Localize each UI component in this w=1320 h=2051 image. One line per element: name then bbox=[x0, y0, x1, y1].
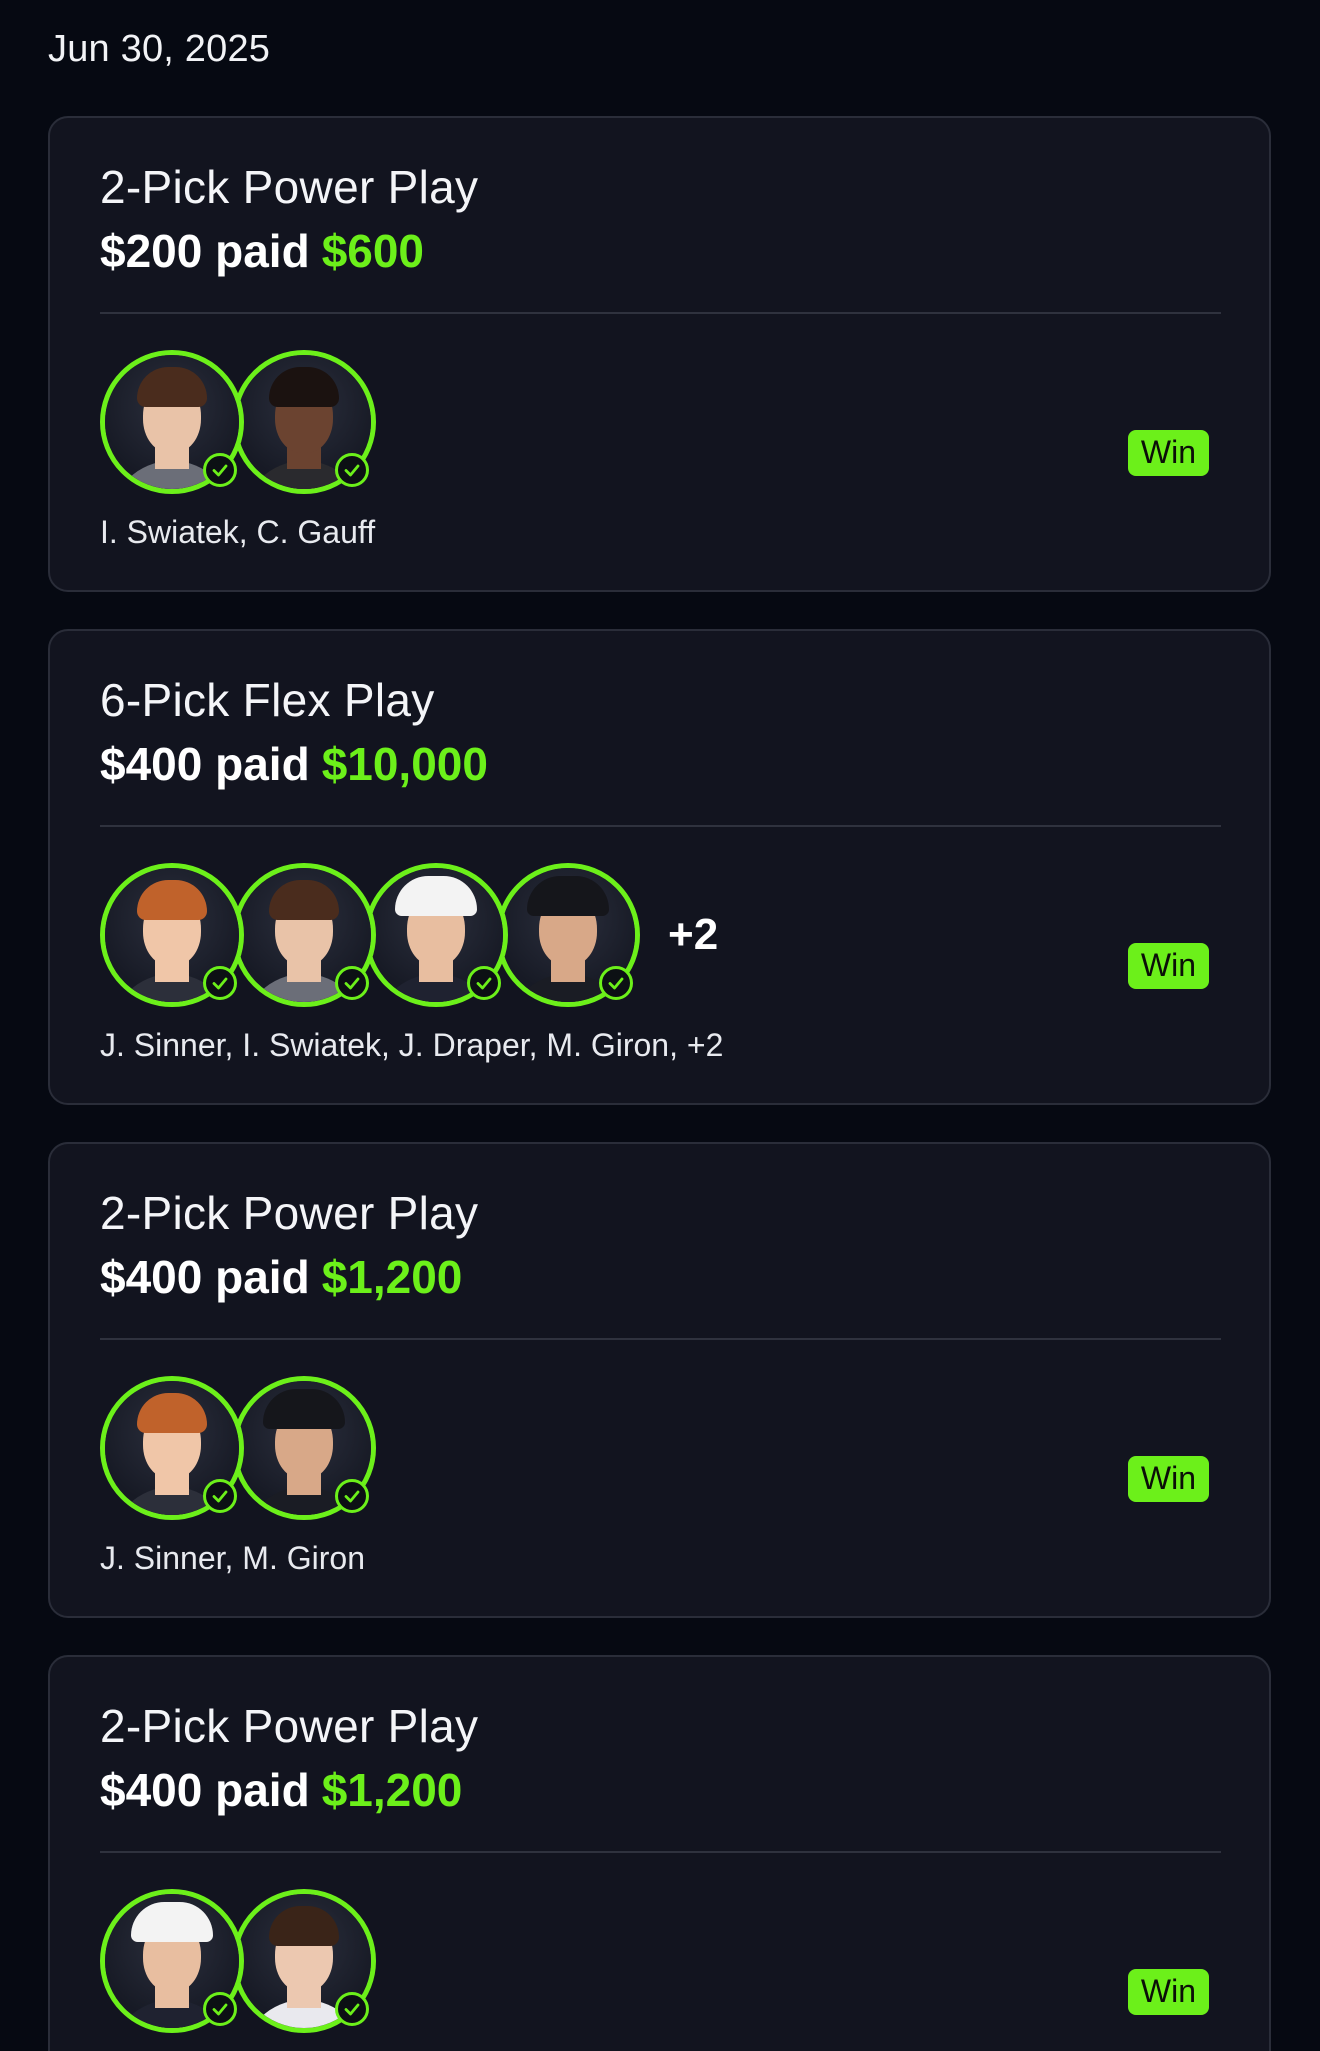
paid-amount: $400 paid bbox=[100, 1251, 310, 1303]
entry-title: 2-Pick Power Play bbox=[100, 161, 479, 213]
entry-title: 2-Pick Power Play bbox=[100, 1700, 479, 1752]
entry-amounts: $400 paid $1,200 bbox=[100, 1250, 462, 1304]
status-badge: Win bbox=[1127, 1969, 1209, 2015]
date-header: Jun 30, 2025 bbox=[48, 28, 271, 70]
entry-card[interactable]: 2-Pick Power Play $400 paid $1,200 Win bbox=[48, 1655, 1271, 2051]
entry-title: 2-Pick Power Play bbox=[100, 1187, 479, 1239]
card-divider bbox=[100, 1338, 1221, 1340]
status-badge: Win bbox=[1127, 430, 1209, 476]
payout-amount: $1,200 bbox=[321, 1764, 463, 1816]
player-avatar[interactable] bbox=[232, 350, 376, 494]
player-avatar[interactable] bbox=[100, 350, 244, 494]
card-divider bbox=[100, 312, 1221, 314]
player-names: J. Sinner, M. Giron bbox=[100, 1540, 365, 1576]
status-badge: Win bbox=[1127, 943, 1209, 989]
entry-title: 6-Pick Flex Play bbox=[100, 674, 435, 726]
payout-amount: $10,000 bbox=[321, 738, 488, 790]
check-circle-icon bbox=[599, 966, 633, 1000]
player-avatar[interactable] bbox=[232, 1376, 376, 1520]
player-avatars bbox=[100, 1376, 376, 1520]
player-avatar[interactable] bbox=[100, 1889, 244, 2033]
payout-amount: $600 bbox=[321, 225, 425, 277]
player-avatars: +2 bbox=[100, 863, 718, 1007]
paid-amount: $200 paid bbox=[100, 225, 310, 277]
entry-amounts: $200 paid $600 bbox=[100, 224, 424, 278]
player-avatar[interactable] bbox=[232, 1889, 376, 2033]
player-avatar[interactable] bbox=[364, 863, 508, 1007]
check-circle-icon bbox=[335, 1479, 369, 1513]
paid-amount: $400 paid bbox=[100, 738, 310, 790]
entry-card[interactable]: 2-Pick Power Play $200 paid $600 I. Swiatek… bbox=[48, 116, 1271, 592]
more-picks-count: +2 bbox=[668, 910, 719, 959]
check-circle-icon bbox=[467, 966, 501, 1000]
player-avatar[interactable] bbox=[100, 863, 244, 1007]
check-circle-icon bbox=[203, 1479, 237, 1513]
player-avatars bbox=[100, 1889, 376, 2033]
payout-amount: $1,200 bbox=[321, 1251, 463, 1303]
player-names: I. Swiatek, C. Gauff bbox=[100, 514, 376, 550]
entry-amounts: $400 paid $10,000 bbox=[100, 737, 488, 791]
check-circle-icon bbox=[335, 1992, 369, 2026]
player-avatar[interactable] bbox=[496, 863, 640, 1007]
check-circle-icon bbox=[335, 453, 369, 487]
entry-amounts: $400 paid $1,200 bbox=[100, 1763, 462, 1817]
paid-amount: $400 paid bbox=[100, 1764, 310, 1816]
player-avatars bbox=[100, 350, 376, 494]
card-divider bbox=[100, 825, 1221, 827]
player-avatar[interactable] bbox=[100, 1376, 244, 1520]
card-divider bbox=[100, 1851, 1221, 1853]
entry-card[interactable]: 6-Pick Flex Play $400 paid $10,000 +2 J. Sin… bbox=[48, 629, 1271, 1105]
entry-card[interactable]: 2-Pick Power Play $400 paid $1,200 J. Sinne… bbox=[48, 1142, 1271, 1618]
check-circle-icon bbox=[203, 966, 237, 1000]
status-badge: Win bbox=[1127, 1456, 1209, 1502]
check-circle-icon bbox=[203, 1992, 237, 2026]
check-circle-icon bbox=[335, 966, 369, 1000]
player-avatar[interactable] bbox=[232, 863, 376, 1007]
check-circle-icon bbox=[203, 453, 237, 487]
player-names: J. Sinner, I. Swiatek, J. Draper, M. Gir… bbox=[100, 1027, 724, 1063]
